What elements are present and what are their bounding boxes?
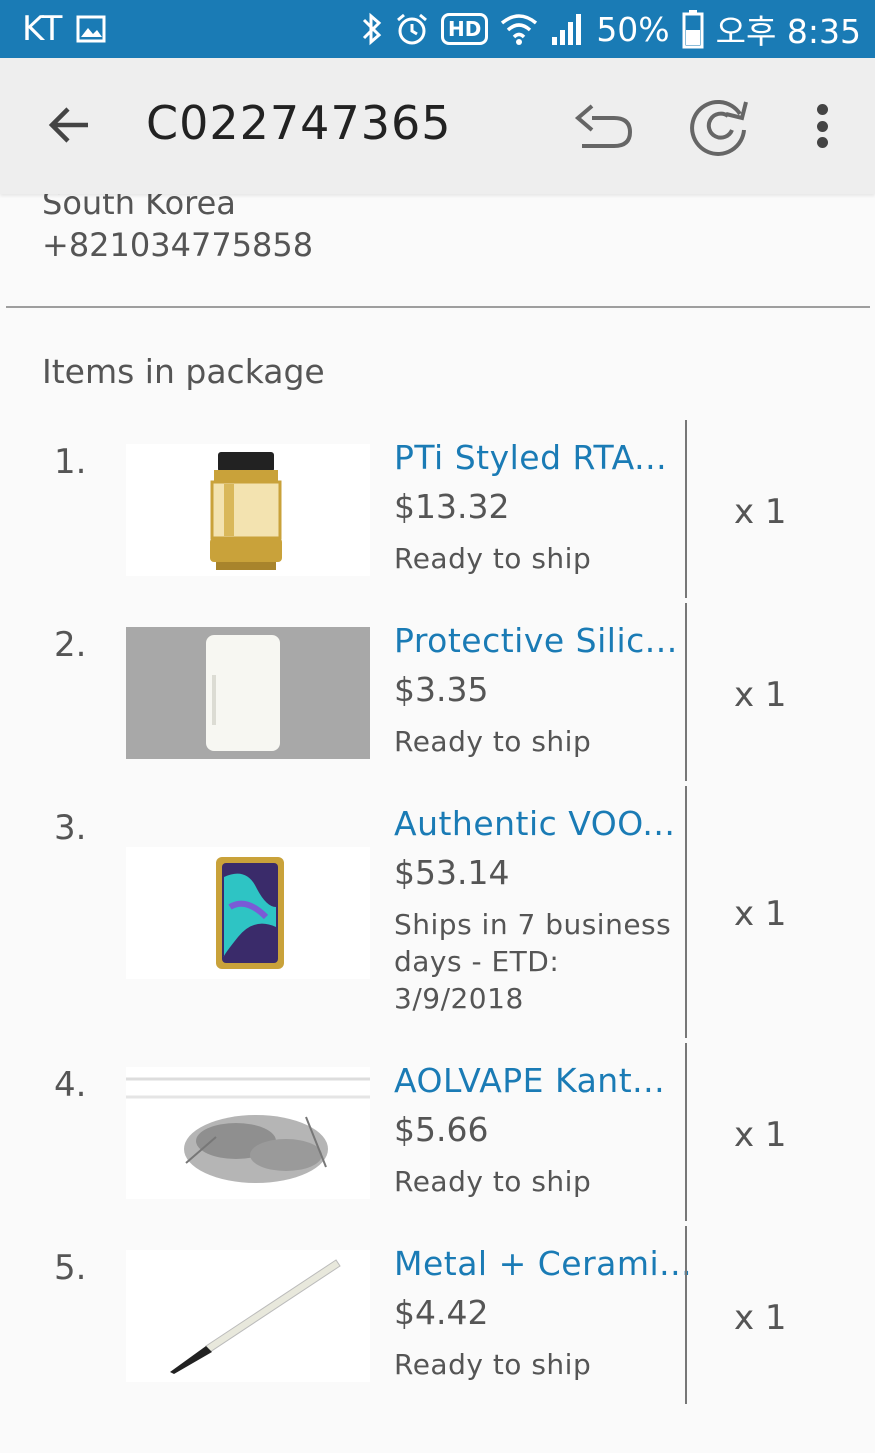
tweezers-image xyxy=(170,1259,341,1374)
battery-icon xyxy=(682,9,704,49)
rta-tank-image xyxy=(210,452,282,570)
item-separator xyxy=(685,786,687,1038)
refresh-icon xyxy=(690,99,748,156)
wifi-icon xyxy=(500,13,538,45)
item-thumbnail[interactable] xyxy=(126,627,370,759)
item-price: $5.66 xyxy=(394,1110,489,1149)
item-quantity: x 1 xyxy=(734,675,787,715)
shipping-address: South Korea +821034775858 xyxy=(42,182,313,266)
item-status: Ready to ship xyxy=(394,1348,592,1381)
item-quantity: x 1 xyxy=(734,1115,787,1155)
item-separator xyxy=(685,1226,687,1404)
back-button[interactable] xyxy=(44,100,94,150)
address-phone: +821034775858 xyxy=(42,226,314,264)
item-separator xyxy=(685,420,687,598)
item-separator xyxy=(685,603,687,781)
item-thumbnail[interactable] xyxy=(126,444,370,576)
item-title-link[interactable]: Authentic VOO... xyxy=(394,804,680,843)
item-price: $3.35 xyxy=(394,670,489,709)
clock: 오후 8:35 xyxy=(715,12,861,51)
package-item[interactable]: 3. Authentic VOO... $53.14 Ships in 7 bu… xyxy=(0,786,875,1040)
divider xyxy=(6,306,870,308)
item-number: 4. xyxy=(54,1065,87,1105)
section-title: Items in package xyxy=(42,352,325,391)
item-quantity: x 1 xyxy=(734,1298,787,1338)
item-title-link[interactable]: Metal + Cerami... xyxy=(394,1244,692,1283)
item-title-link[interactable]: PTi Styled RTA... xyxy=(394,438,680,477)
alarm-icon xyxy=(395,12,429,46)
bluetooth-icon xyxy=(361,11,383,47)
item-info: Metal + Cerami... $4.42 Ready to ship xyxy=(394,1244,692,1383)
more-vert-icon xyxy=(816,104,828,115)
package-item[interactable]: 5. Metal + Cerami... $4.42 Ready to ship… xyxy=(0,1226,875,1406)
undo-button[interactable] xyxy=(572,96,636,160)
package-item[interactable]: 1. PTi Styled RTA... $13.32 Ready to shi… xyxy=(0,420,875,600)
item-number: 3. xyxy=(54,808,87,848)
item-status: Ready to ship xyxy=(394,1165,592,1198)
item-number: 2. xyxy=(54,625,87,665)
item-title-link[interactable]: AOLVAPE Kant... xyxy=(394,1061,680,1100)
signal-icon xyxy=(550,11,584,47)
undo-icon xyxy=(574,104,633,148)
item-title-link[interactable]: Protective Silic... xyxy=(394,621,680,660)
item-thumbnail[interactable] xyxy=(126,1250,370,1382)
package-item[interactable]: 2. Protective Silic... $3.35 Ready to sh… xyxy=(0,603,875,783)
item-thumbnail[interactable] xyxy=(126,847,370,979)
coils-image xyxy=(126,1077,370,1183)
item-info: Authentic VOO... $53.14 Ships in 7 busin… xyxy=(394,804,680,1017)
item-number: 5. xyxy=(54,1248,87,1288)
item-status: Ships in 7 business days - ETD: 3/9/2018 xyxy=(394,908,672,1015)
item-separator xyxy=(685,1043,687,1221)
item-info: Protective Silic... $3.35 Ready to ship xyxy=(394,621,680,760)
refresh-button[interactable] xyxy=(688,94,752,158)
status-bar: KT HD 50% 오후 8:35 xyxy=(0,0,875,58)
item-quantity: x 1 xyxy=(734,492,787,532)
item-status: Ready to ship xyxy=(394,725,592,758)
box-mod-image xyxy=(216,857,284,969)
item-price: $53.14 xyxy=(394,853,510,892)
image-icon xyxy=(76,15,106,43)
carrier-label: KT xyxy=(22,9,63,49)
silicone-case-image xyxy=(206,635,280,751)
battery-percent: 50% xyxy=(596,9,670,49)
item-info: PTi Styled RTA... $13.32 Ready to ship xyxy=(394,438,680,577)
item-info: AOLVAPE Kant... $5.66 Ready to ship xyxy=(394,1061,680,1200)
app-bar: C022747365 xyxy=(0,58,875,194)
item-price: $13.32 xyxy=(394,487,510,526)
hd-icon: HD xyxy=(440,13,489,45)
item-number: 1. xyxy=(54,442,87,482)
more-vert-button[interactable] xyxy=(808,98,836,154)
item-price: $4.42 xyxy=(394,1293,489,1332)
item-status: Ready to ship xyxy=(394,542,592,575)
item-thumbnail[interactable] xyxy=(126,1067,370,1199)
back-arrow-icon xyxy=(48,107,88,143)
item-quantity: x 1 xyxy=(734,894,787,934)
page-title: C022747365 xyxy=(146,96,452,150)
package-item[interactable]: 4. AOLVAPE Kant... $5.66 Ready to ship x… xyxy=(0,1043,875,1223)
